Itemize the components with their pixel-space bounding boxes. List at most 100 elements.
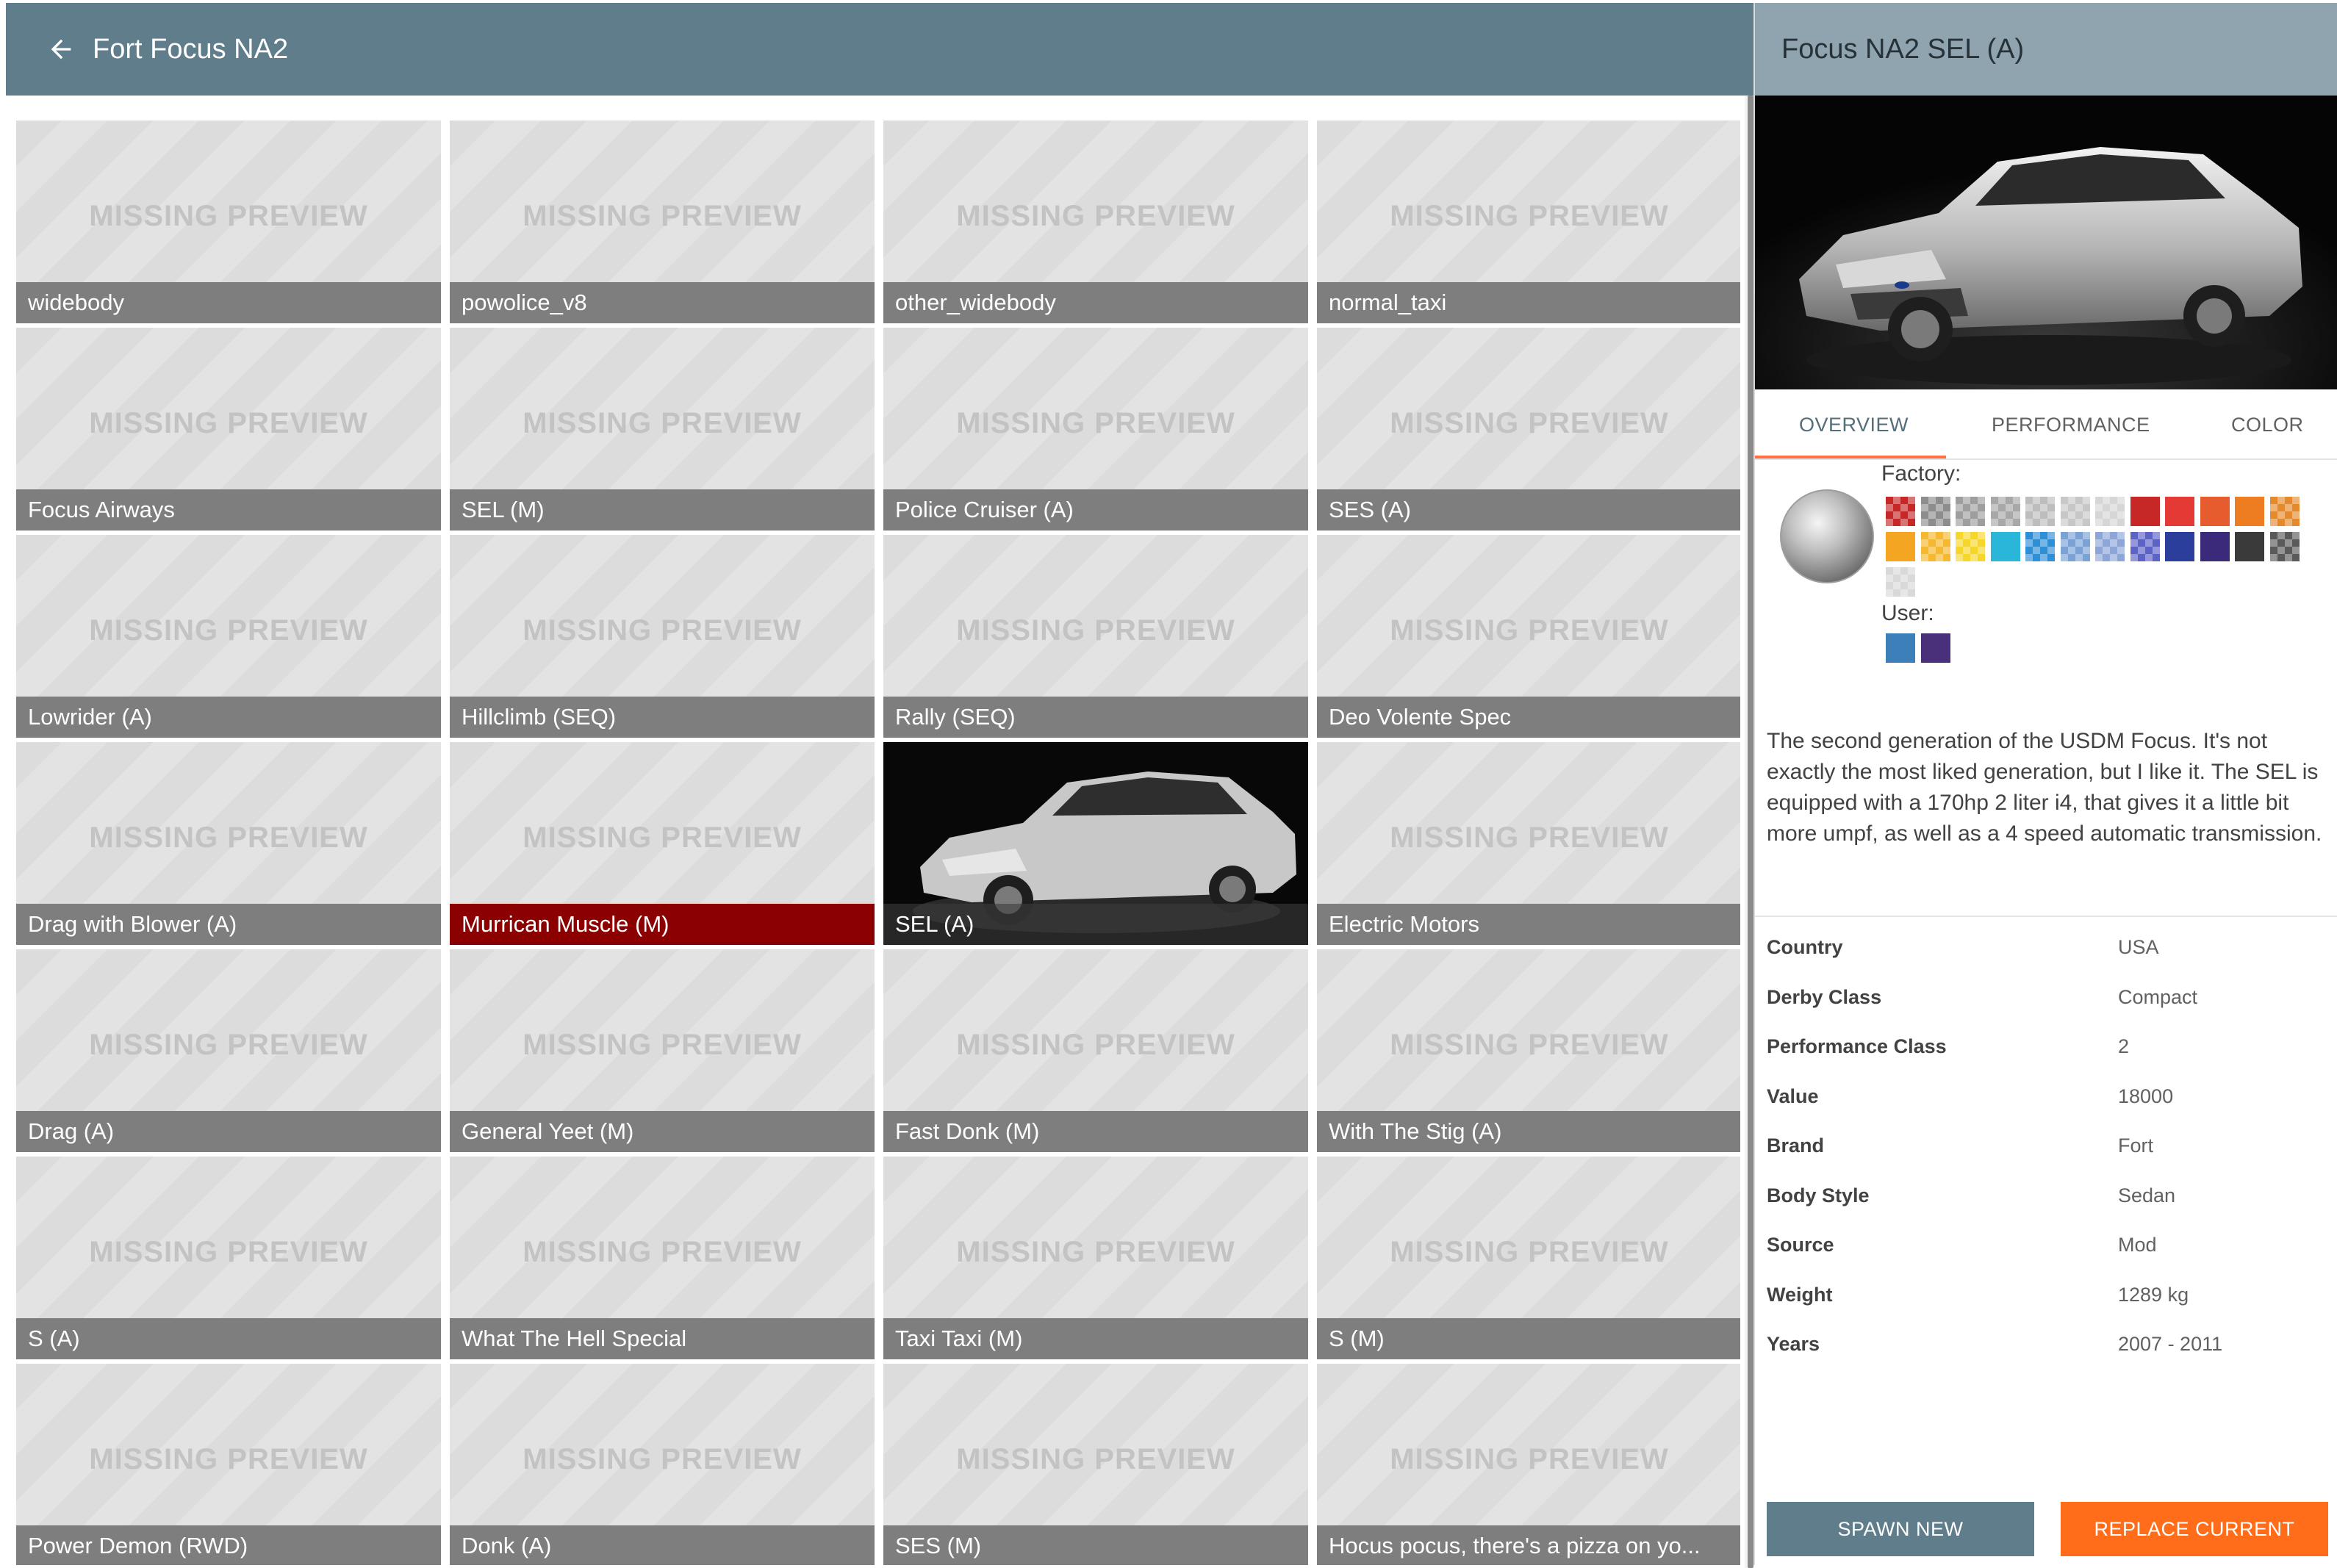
factory-colors-label: Factory:	[1881, 461, 1961, 486]
missing-preview-text: MISSING PREVIEW	[1390, 821, 1669, 854]
car-preview-illustration	[1755, 96, 2337, 389]
missing-preview-text: MISSING PREVIEW	[523, 407, 802, 439]
missing-preview-text: MISSING PREVIEW	[956, 1236, 1235, 1268]
config-tile-label: Taxi Taxi (M)	[883, 1318, 1308, 1359]
config-tile[interactable]: MISSING PREVIEW With The Stig (A)	[1317, 949, 1740, 1152]
config-tile[interactable]: MISSING PREVIEW Murrican Muscle (M)	[450, 742, 875, 945]
info-row: Value 18000	[1755, 1072, 2337, 1121]
config-tile[interactable]: MISSING PREVIEW powolice_v8	[450, 121, 875, 323]
config-tile[interactable]: MISSING PREVIEW other_widebody	[883, 121, 1308, 323]
factory-color-swatch[interactable]	[2130, 497, 2160, 526]
config-tile[interactable]: MISSING PREVIEW Donk (A)	[450, 1364, 875, 1565]
arrow-left-icon	[51, 39, 71, 60]
config-tile[interactable]: MISSING PREVIEW Police Cruiser (A)	[883, 328, 1308, 531]
info-value: 2	[2118, 1035, 2130, 1057]
info-row: Source Mod	[1755, 1220, 2337, 1269]
missing-preview-text: MISSING PREVIEW	[1390, 1029, 1669, 1061]
config-tile-label: What The Hell Special	[450, 1318, 875, 1359]
factory-color-swatch[interactable]	[2060, 497, 2090, 526]
missing-preview-text: MISSING PREVIEW	[956, 1029, 1235, 1061]
config-tile[interactable]: MISSING PREVIEW Electric Motors	[1317, 742, 1740, 945]
config-tile-label: SES (A)	[1317, 489, 1740, 531]
config-tile[interactable]: MISSING PREVIEW What The Hell Special	[450, 1157, 875, 1359]
user-color-swatch[interactable]	[1886, 633, 1915, 663]
back-button[interactable]	[43, 31, 79, 68]
tab-overview[interactable]: OVERVIEW	[1799, 389, 1909, 460]
config-tile[interactable]: MISSING PREVIEW SES (A)	[1317, 328, 1740, 531]
missing-preview-text: MISSING PREVIEW	[1390, 407, 1669, 439]
config-tile[interactable]: MISSING PREVIEW Lowrider (A)	[16, 535, 441, 738]
config-tile-label: Drag with Blower (A)	[16, 904, 441, 945]
factory-color-swatch[interactable]	[2165, 497, 2194, 526]
config-tile[interactable]: MISSING PREVIEW normal_taxi	[1317, 121, 1740, 323]
factory-color-swatch[interactable]	[2235, 532, 2264, 561]
config-tile-label: powolice_v8	[450, 282, 875, 323]
factory-color-swatch[interactable]	[1920, 532, 1950, 561]
config-tile-label: Electric Motors	[1317, 904, 1740, 945]
tab-color[interactable]: COLOR	[2231, 389, 2304, 460]
factory-color-swatch[interactable]	[1990, 497, 2020, 526]
missing-preview-text: MISSING PREVIEW	[523, 1029, 802, 1061]
factory-color-swatch[interactable]	[2095, 497, 2125, 526]
missing-preview-text: MISSING PREVIEW	[523, 821, 802, 854]
factory-color-swatch[interactable]	[2200, 532, 2230, 561]
config-tile[interactable]: SEL (A)	[883, 742, 1308, 945]
config-grid: MISSING PREVIEW widebody MISSING PREVIEW po…	[16, 121, 1740, 1565]
active-tab-indicator	[1755, 456, 1946, 458]
config-tile[interactable]: MISSING PREVIEW Fast Donk (M)	[883, 949, 1308, 1152]
config-tile[interactable]: MISSING PREVIEW Hocus pocus, there's a pi…	[1317, 1364, 1740, 1565]
config-tile[interactable]: MISSING PREVIEW Deo Volente Spec	[1317, 535, 1740, 738]
config-tile[interactable]: MISSING PREVIEW S (A)	[16, 1157, 441, 1359]
missing-preview-text: MISSING PREVIEW	[89, 1029, 368, 1061]
details-title: Focus NA2 SEL (A)	[1781, 34, 2025, 65]
missing-preview-text: MISSING PREVIEW	[523, 200, 802, 232]
config-tile[interactable]: MISSING PREVIEW SES (M)	[883, 1364, 1308, 1565]
factory-color-swatch[interactable]	[2025, 532, 2055, 561]
config-tile[interactable]: MISSING PREVIEW Focus Airways	[16, 328, 441, 531]
factory-color-swatch[interactable]	[2060, 532, 2090, 561]
scrollbar-thumb[interactable]	[1748, 96, 1753, 1568]
config-tile-label: Deo Volente Spec	[1317, 697, 1740, 738]
info-row: Performance Class 2	[1755, 1022, 2337, 1071]
spawn-new-button[interactable]: SPAWN NEW	[1767, 1502, 2034, 1556]
replace-current-button[interactable]: REPLACE CURRENT	[2061, 1502, 2328, 1556]
config-tile[interactable]: MISSING PREVIEW Hillclimb (SEQ)	[450, 535, 875, 738]
factory-color-swatch[interactable]	[2095, 532, 2125, 561]
factory-color-swatch[interactable]	[2269, 497, 2300, 526]
color-picker-section: Factory: User:	[1755, 460, 2337, 710]
factory-color-swatch[interactable]	[2130, 532, 2160, 561]
config-tile-label: Hocus pocus, there's a pizza on yo...	[1317, 1525, 1740, 1565]
vehicle-config-panel: Fort Focus NA2 MISSING PREVIEW widebody MI…	[6, 3, 1753, 1568]
config-tile[interactable]: MISSING PREVIEW Taxi Taxi (M)	[883, 1157, 1308, 1359]
info-key: Weight	[1767, 1283, 1833, 1306]
config-tile[interactable]: MISSING PREVIEW S (M)	[1317, 1157, 1740, 1359]
factory-color-swatch[interactable]	[2235, 497, 2264, 526]
missing-preview-text: MISSING PREVIEW	[1390, 614, 1669, 647]
config-tile[interactable]: MISSING PREVIEW SEL (M)	[450, 328, 875, 531]
missing-preview-text: MISSING PREVIEW	[956, 407, 1235, 439]
info-value: Compact	[2118, 985, 2198, 1008]
factory-color-swatch[interactable]	[2025, 497, 2055, 526]
factory-color-swatch[interactable]	[2269, 532, 2300, 561]
info-value: Mod	[2118, 1234, 2157, 1256]
factory-color-swatch[interactable]	[1920, 497, 1950, 526]
factory-color-swatch[interactable]	[1886, 567, 1915, 597]
config-tile[interactable]: MISSING PREVIEW widebody	[16, 121, 441, 323]
factory-color-swatch[interactable]	[2200, 497, 2230, 526]
user-color-swatch[interactable]	[1921, 633, 1950, 663]
config-tile[interactable]: MISSING PREVIEW Drag with Blower (A)	[16, 742, 441, 945]
config-tile[interactable]: MISSING PREVIEW Power Demon (RWD)	[16, 1364, 441, 1565]
factory-color-swatch[interactable]	[1956, 532, 1985, 561]
config-tile[interactable]: MISSING PREVIEW General Yeet (M)	[450, 949, 875, 1152]
config-tile[interactable]: MISSING PREVIEW Rally (SEQ)	[883, 535, 1308, 738]
factory-color-swatch[interactable]	[1886, 497, 1915, 526]
factory-color-swatch[interactable]	[1956, 497, 1985, 526]
factory-color-swatch[interactable]	[2165, 532, 2194, 561]
config-tile-label: Donk (A)	[450, 1525, 875, 1565]
config-tile[interactable]: MISSING PREVIEW Drag (A)	[16, 949, 441, 1152]
missing-preview-text: MISSING PREVIEW	[523, 1443, 802, 1475]
tab-performance[interactable]: PERFORMANCE	[1992, 389, 2150, 460]
factory-color-swatch[interactable]	[1990, 532, 2020, 561]
missing-preview-text: MISSING PREVIEW	[89, 821, 368, 854]
factory-color-swatch[interactable]	[1886, 532, 1915, 561]
